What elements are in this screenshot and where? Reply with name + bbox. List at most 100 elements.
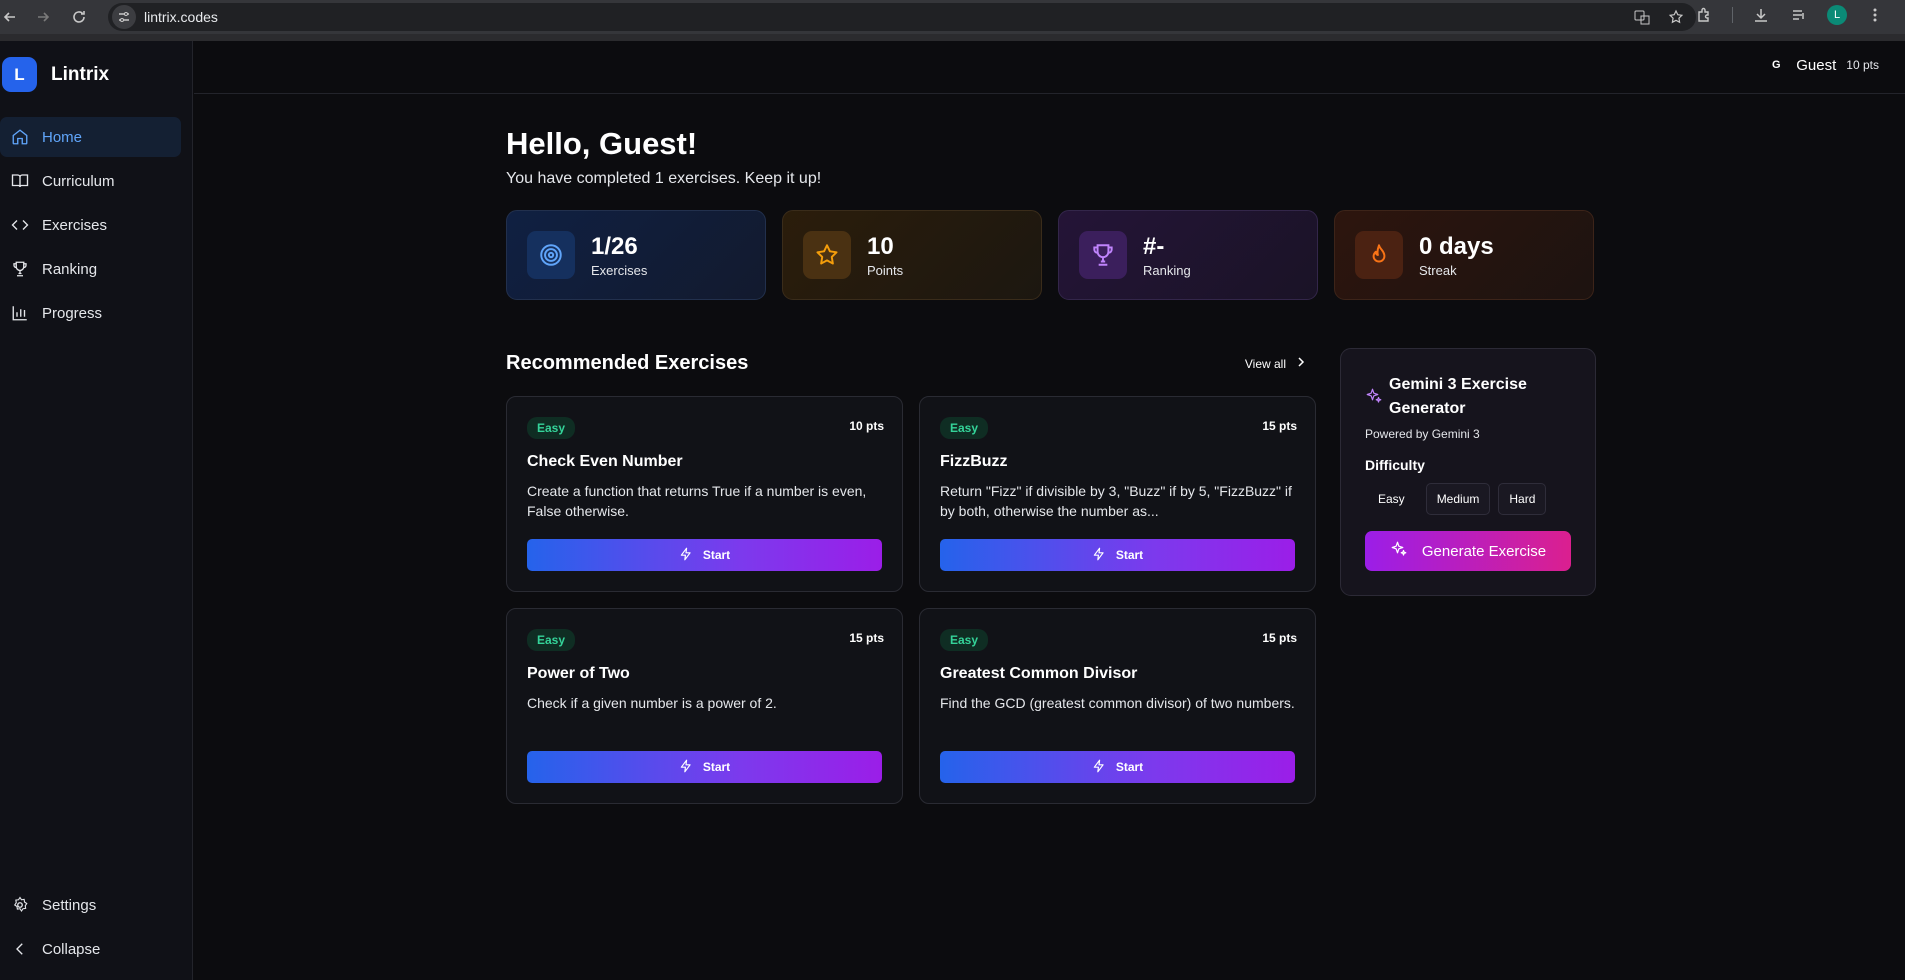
stat-card-exercises: 1/26 Exercises — [506, 210, 766, 300]
toolbar-divider — [1732, 7, 1733, 23]
sidebar-item-label: Collapse — [42, 940, 101, 958]
points-label: 10 pts — [849, 419, 884, 433]
exercise-title: Power of Two — [527, 665, 630, 682]
difficulty-medium-button[interactable]: Medium — [1425, 483, 1491, 515]
stat-label: Ranking — [1143, 262, 1191, 278]
view-all-link[interactable]: View all — [1245, 356, 1306, 371]
difficulty-label: Difficulty — [1365, 457, 1425, 473]
exercise-card[interactable]: Easy 10 pts Check Even Number Create a f… — [506, 396, 903, 592]
user-avatar: G — [1771, 59, 1781, 71]
exercise-card[interactable]: Easy 15 pts Greatest Common Divisor Find… — [919, 608, 1316, 804]
trophy-icon — [1079, 231, 1127, 279]
start-label: Start — [1115, 760, 1144, 774]
exercise-title: FizzBuzz — [940, 453, 1008, 470]
top-header: G Guest 10 pts — [194, 41, 1905, 94]
start-button[interactable]: Start — [940, 539, 1295, 571]
profile-avatar[interactable]: L — [1827, 5, 1847, 25]
back-icon[interactable] — [0, 3, 24, 31]
difficulty-easy-button[interactable]: Easy — [1365, 483, 1418, 515]
page-title: Hello, Guest! — [506, 126, 698, 161]
exercise-description: Check if a given number is a power of 2. — [527, 695, 777, 711]
url-text: lintrix.codes — [144, 9, 218, 25]
home-icon — [10, 127, 30, 147]
user-points: 10 pts — [1846, 58, 1879, 72]
difficulty-options: Easy Medium Hard — [1365, 483, 1571, 515]
gear-icon — [10, 895, 30, 915]
sidebar-item-label: Progress — [42, 304, 103, 322]
points-label: 15 pts — [1262, 419, 1297, 433]
user-name: Guest — [1796, 56, 1837, 74]
app-logo[interactable]: L Lintrix — [2, 57, 109, 92]
bar-chart-icon — [10, 303, 30, 323]
sparkles-icon — [1390, 540, 1408, 562]
exercise-card[interactable]: Easy 15 pts Power of Two Check if a give… — [506, 608, 903, 804]
difficulty-badge: Easy — [527, 629, 576, 651]
stat-label: Exercises — [591, 262, 648, 278]
sidebar-nav: Home Curriculum Exercises Ranking Progre… — [0, 117, 193, 337]
sidebar-item-home[interactable]: Home — [0, 117, 181, 157]
section-title: Recommended Exercises — [506, 352, 749, 374]
sidebar-item-exercises[interactable]: Exercises — [0, 205, 181, 245]
exercise-title: Check Even Number — [527, 453, 683, 470]
lightning-icon — [1092, 759, 1106, 776]
view-all-label: View all — [1244, 356, 1286, 371]
star-icon — [803, 231, 851, 279]
sidebar-item-curriculum[interactable]: Curriculum — [0, 161, 181, 201]
address-bar[interactable]: lintrix.codes — [108, 3, 1696, 31]
start-button[interactable]: Start — [527, 539, 882, 571]
exercise-description: Create a function that returns True if a… — [527, 483, 867, 519]
exercise-description: Find the GCD (greatest common divisor) o… — [940, 695, 1295, 711]
page-subtitle: You have completed 1 exercises. Keep it … — [506, 170, 822, 187]
stat-card-streak: 0 days Streak — [1334, 210, 1594, 300]
forward-icon[interactable] — [29, 3, 57, 31]
app-name: Lintrix — [51, 63, 110, 85]
sidebar: L Lintrix Home Curriculum Exercises Rank… — [0, 41, 193, 980]
start-label: Start — [702, 548, 731, 562]
stat-card-points: 10 Points — [782, 210, 1042, 300]
difficulty-badge: Easy — [527, 417, 576, 439]
bookmark-star-icon[interactable] — [1666, 7, 1686, 27]
more-menu-icon[interactable] — [1865, 5, 1885, 25]
chevron-right-icon — [1296, 356, 1306, 371]
translate-icon[interactable] — [1632, 7, 1652, 27]
sidebar-item-label: Exercises — [42, 216, 108, 234]
user-menu[interactable]: G Guest 10 pts — [1766, 55, 1879, 75]
stat-card-ranking: #- Ranking — [1058, 210, 1318, 300]
start-button[interactable]: Start — [527, 751, 882, 783]
stat-label: Streak — [1419, 262, 1457, 278]
trophy-icon — [10, 259, 30, 279]
main-content: Hello, Guest! You have completed 1 exerc… — [506, 94, 1596, 804]
extensions-icon[interactable] — [1694, 5, 1714, 25]
media-queue-icon[interactable] — [1789, 5, 1809, 25]
start-button[interactable]: Start — [940, 751, 1295, 783]
generate-label: Generate Exercise — [1421, 542, 1547, 560]
code-icon — [10, 215, 30, 235]
flame-icon — [1355, 231, 1403, 279]
sidebar-item-collapse[interactable]: Collapse — [0, 929, 181, 969]
sidebar-item-label: Settings — [42, 896, 97, 914]
stat-value: 10 — [867, 232, 894, 260]
generator-powered-by: Powered by Gemini 3 — [1365, 427, 1480, 441]
stats-row: 1/26 Exercises 10 Points #- Ranking 0 da… — [506, 210, 1596, 300]
download-icon[interactable] — [1751, 5, 1771, 25]
difficulty-badge: Easy — [940, 417, 989, 439]
sidebar-item-progress[interactable]: Progress — [0, 293, 181, 333]
lightning-icon — [679, 547, 693, 564]
reload-icon[interactable] — [65, 3, 93, 31]
sidebar-item-settings[interactable]: Settings — [0, 885, 181, 925]
logo-badge: L — [2, 57, 37, 92]
exercise-grid: Easy 10 pts Check Even Number Create a f… — [506, 396, 1316, 804]
lightning-icon — [1092, 547, 1106, 564]
sidebar-item-ranking[interactable]: Ranking — [0, 249, 181, 289]
stat-value: #- — [1143, 232, 1165, 260]
site-info-icon[interactable] — [112, 5, 136, 29]
sidebar-item-label: Ranking — [42, 260, 98, 278]
sparkles-icon — [1365, 387, 1383, 407]
start-label: Start — [702, 760, 731, 774]
difficulty-hard-button[interactable]: Hard — [1498, 483, 1547, 515]
stat-value: 1/26 — [591, 232, 638, 260]
exercise-card[interactable]: Easy 15 pts FizzBuzz Return "Fizz" if di… — [919, 396, 1316, 592]
generate-exercise-button[interactable]: Generate Exercise — [1365, 531, 1571, 571]
difficulty-badge: Easy — [940, 629, 989, 651]
stat-value: 0 days — [1419, 232, 1494, 260]
